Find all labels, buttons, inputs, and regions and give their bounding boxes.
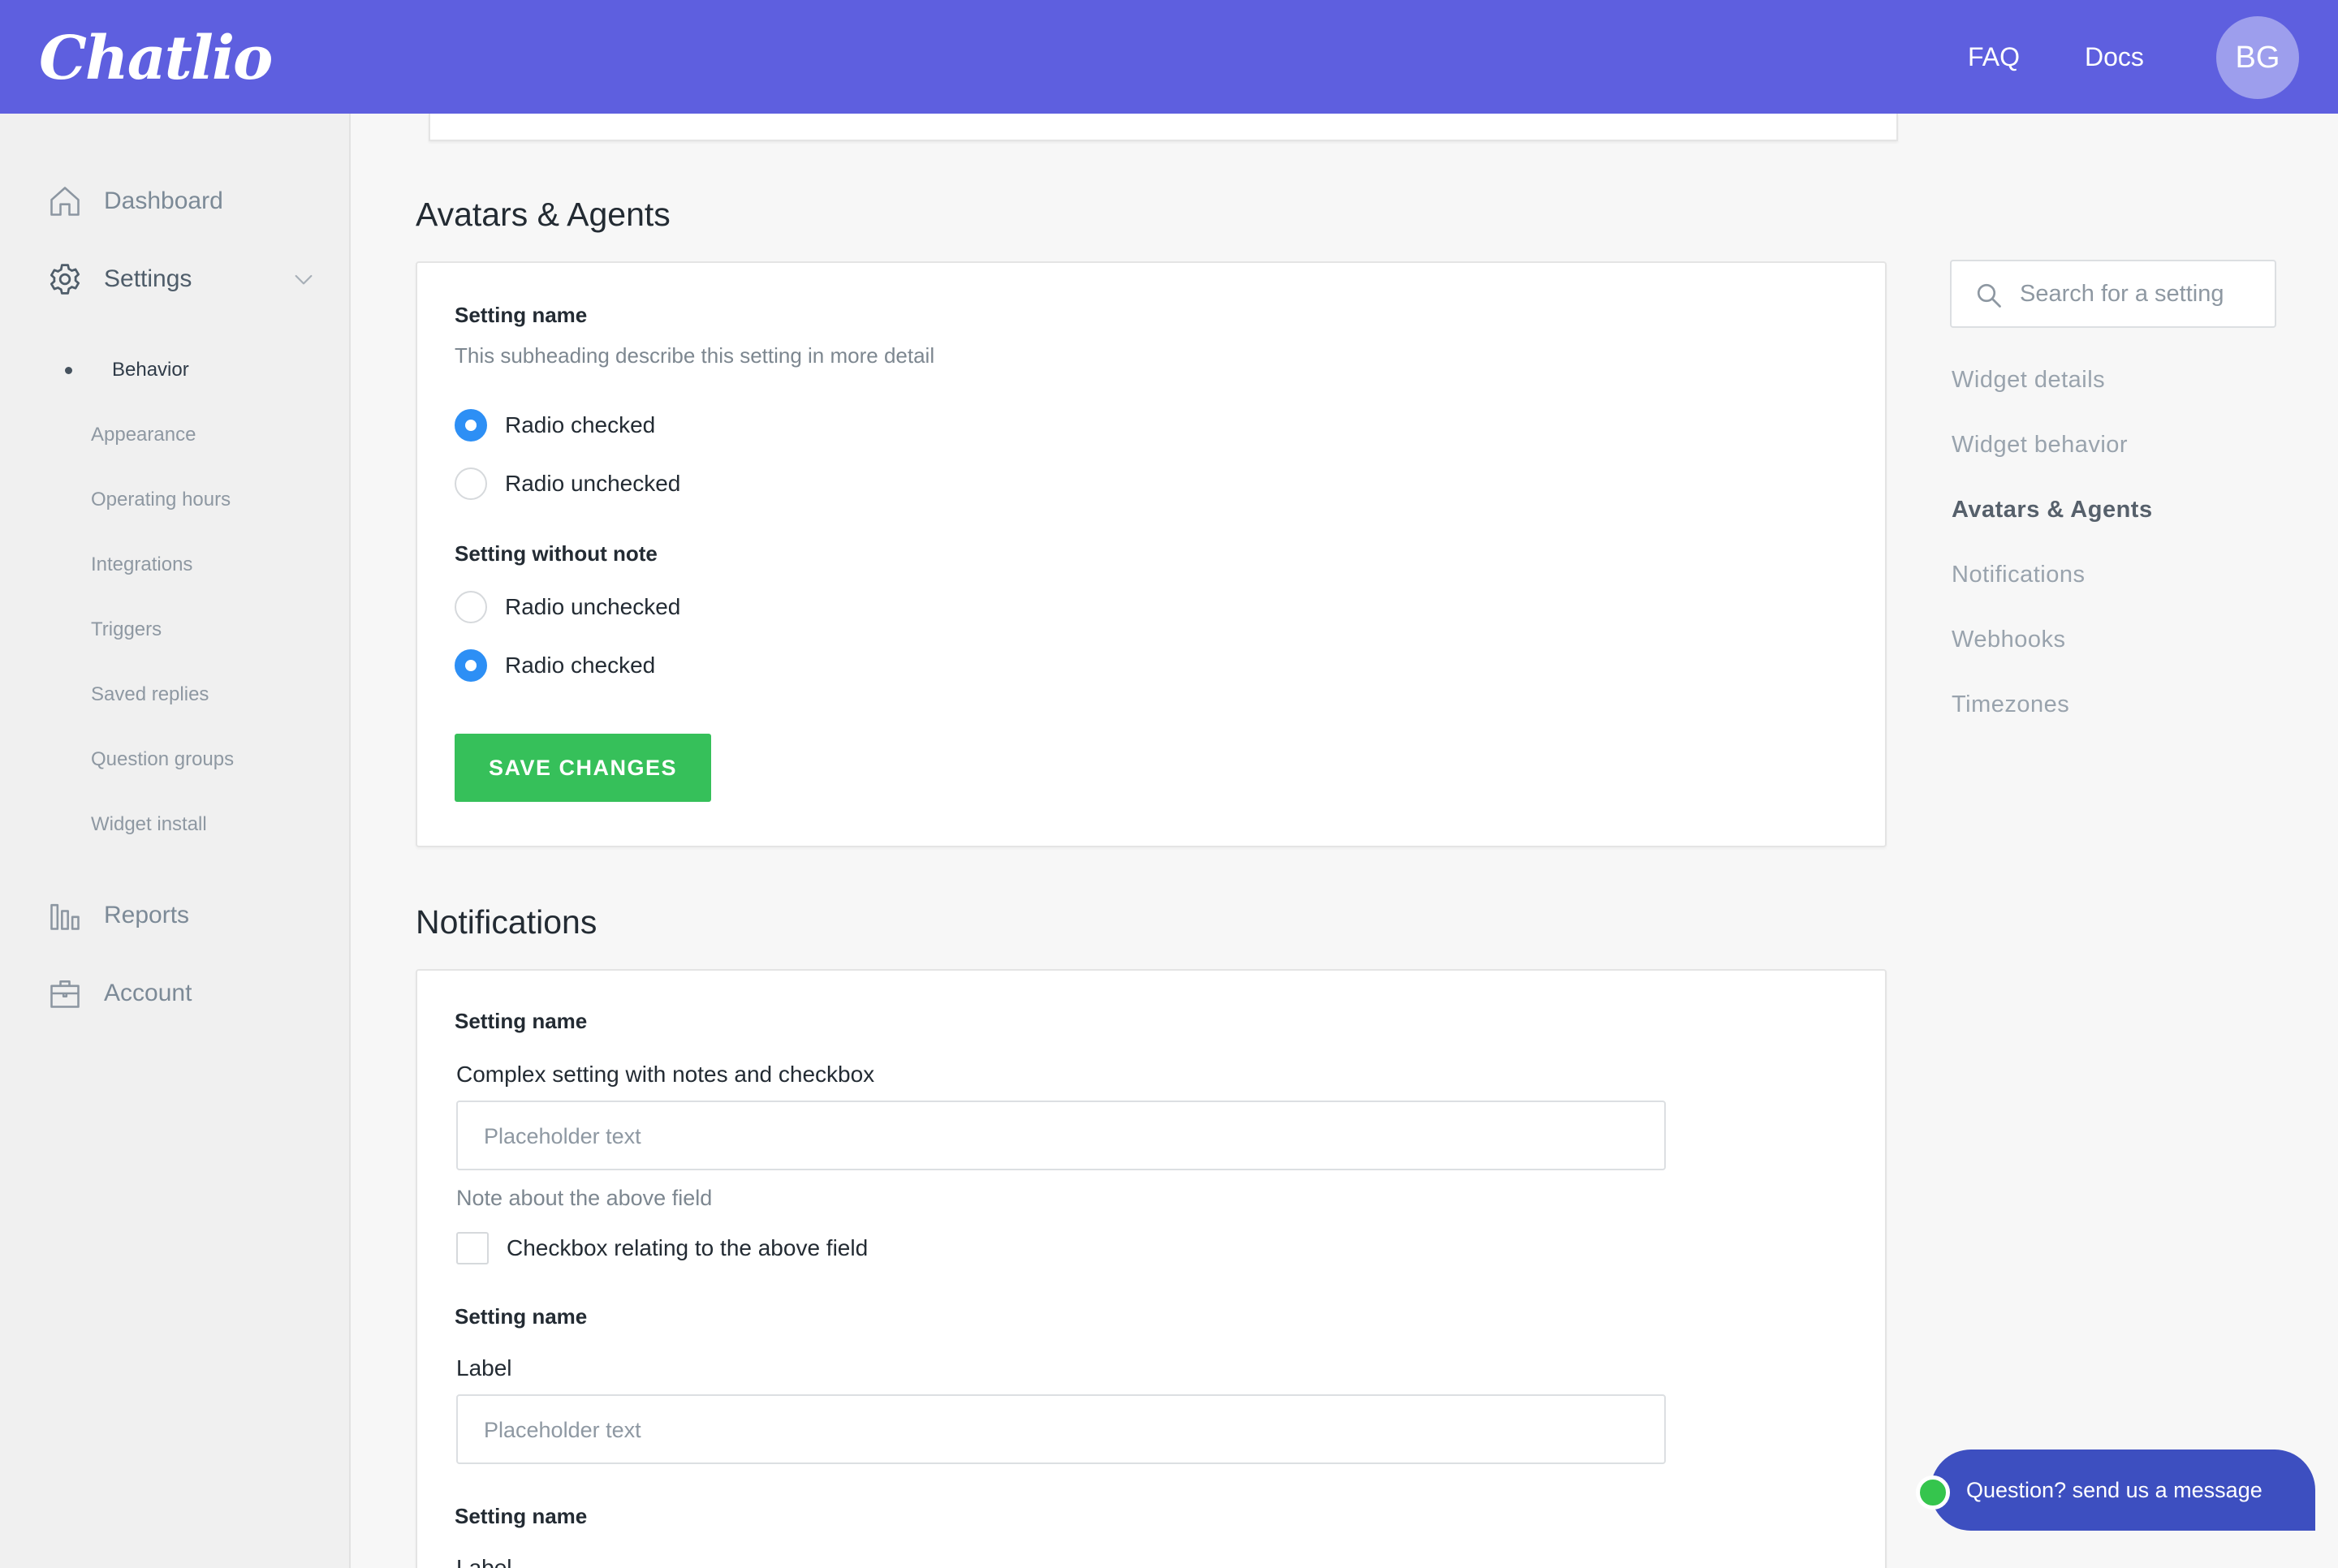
active-indicator-dot: [65, 367, 72, 374]
sidebar-item-label: Account: [104, 980, 192, 1006]
previous-card-bottom: [429, 114, 1898, 141]
docs-link[interactable]: Docs: [2085, 37, 2144, 76]
radio-button-checked[interactable]: [455, 649, 487, 682]
radio-button-checked[interactable]: [455, 409, 487, 442]
input-placeholder: Placeholder text: [484, 1124, 641, 1148]
search-icon: [1977, 283, 2001, 308]
sidebar-subitem-saved-replies[interactable]: Saved replies: [91, 680, 209, 709]
sidebar-item-label: Reports: [104, 902, 190, 928]
chat-widget-button[interactable]: Question? send us a message: [1930, 1450, 2315, 1531]
checkbox-label: Checkbox relating to the above field: [507, 1235, 869, 1260]
sidebar-subitem-question-groups[interactable]: Question groups: [91, 745, 234, 774]
chevron-down-icon[interactable]: [291, 266, 317, 292]
sidebar-item-account[interactable]: Account: [0, 969, 351, 1018]
online-status-dot: [1916, 1475, 1950, 1510]
setting-name: Setting name: [455, 1009, 588, 1033]
sidebar-subitem-behavior[interactable]: Behavior: [112, 355, 189, 385]
setting-subheading: This subheading describe this setting in…: [455, 343, 935, 368]
radio-label: Radio checked: [505, 412, 656, 437]
field-label: Label: [456, 1555, 512, 1568]
toc-avatars-agents[interactable]: Avatars & Agents: [1952, 493, 2153, 526]
radio-label: Radio unchecked: [505, 594, 681, 619]
user-avatar[interactable]: BG: [2216, 16, 2299, 99]
sidebar-subitem-operating-hours[interactable]: Operating hours: [91, 485, 231, 515]
briefcase-icon: [50, 980, 80, 1008]
input-placeholder: Placeholder text: [484, 1418, 641, 1442]
toc-notifications[interactable]: Notifications: [1952, 558, 2085, 591]
sidebar: Dashboard Settings Behavior Appearance O…: [0, 114, 351, 1568]
chat-widget-label: Question? send us a message: [1966, 1478, 2263, 1502]
toc-webhooks[interactable]: Webhooks: [1952, 623, 2066, 656]
field-label: Label: [456, 1355, 512, 1381]
toc-widget-details[interactable]: Widget details: [1952, 364, 2105, 396]
complex-setting-input[interactable]: Placeholder text: [456, 1101, 1666, 1170]
field-note: Note about the above field: [456, 1186, 713, 1210]
search-placeholder: Search for a setting: [2020, 281, 2224, 307]
sidebar-item-label: Settings: [104, 265, 192, 292]
sidebar-subitem-appearance[interactable]: Appearance: [91, 420, 196, 450]
section-title-avatars-agents: Avatars & Agents: [416, 196, 671, 233]
radio-button-unchecked[interactable]: [455, 591, 487, 623]
related-checkbox[interactable]: [456, 1232, 489, 1264]
notifications-card: Setting name Complex setting with notes …: [416, 969, 1887, 1568]
bar-chart-icon: [50, 903, 80, 930]
setting-name: Setting without note: [455, 541, 658, 566]
sidebar-item-settings[interactable]: Settings: [0, 255, 351, 304]
sidebar-subitem-triggers[interactable]: Triggers: [91, 615, 162, 644]
sidebar-item-label: Dashboard: [104, 187, 223, 214]
gear-icon: [50, 264, 80, 295]
setting-name: Setting name: [455, 1304, 588, 1329]
sidebar-item-dashboard[interactable]: Dashboard: [0, 177, 351, 226]
field-label: Complex setting with notes and checkbox: [456, 1062, 875, 1087]
faq-link[interactable]: FAQ: [1968, 37, 2020, 76]
avatars-agents-card: Setting name This subheading describe th…: [416, 261, 1887, 847]
radio-label: Radio checked: [505, 653, 656, 678]
radio-label: Radio unchecked: [505, 471, 681, 496]
toc-timezones[interactable]: Timezones: [1952, 688, 2069, 721]
setting-name: Setting name: [455, 303, 588, 327]
toc-widget-behavior[interactable]: Widget behavior: [1952, 429, 2128, 461]
label-input[interactable]: Placeholder text: [456, 1394, 1666, 1464]
sidebar-item-reports[interactable]: Reports: [0, 891, 351, 940]
save-changes-button[interactable]: SAVE CHANGES: [455, 734, 711, 802]
setting-name: Setting name: [455, 1504, 588, 1528]
top-bar: Chatlio FAQ Docs BG: [0, 0, 2338, 114]
sidebar-subitem-integrations[interactable]: Integrations: [91, 550, 192, 579]
chatlio-logo[interactable]: Chatlio: [39, 18, 273, 99]
home-icon: [50, 187, 80, 216]
radio-button-unchecked[interactable]: [455, 467, 487, 500]
settings-search-input[interactable]: Search for a setting: [1950, 260, 2276, 328]
section-title-notifications: Notifications: [416, 903, 597, 941]
sidebar-subitem-widget-install[interactable]: Widget install: [91, 810, 207, 839]
